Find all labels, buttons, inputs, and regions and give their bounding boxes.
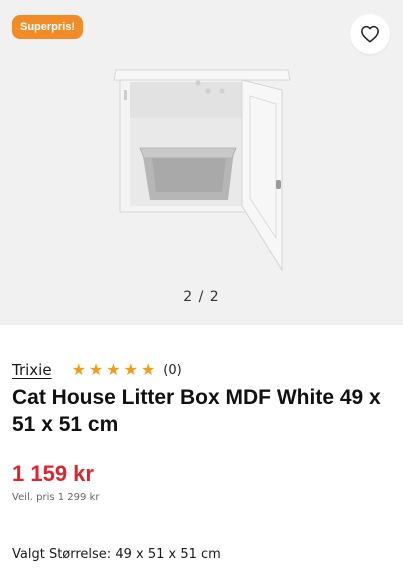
- brand-link[interactable]: Trixie: [12, 361, 52, 379]
- favorite-button[interactable]: [350, 14, 390, 54]
- heart-outline-icon: [361, 25, 379, 43]
- image-pager: 2 / 2: [183, 289, 220, 305]
- superpris-badge: Superpris!: [12, 15, 84, 39]
- product-title: Cat House Litter Box MDF White 49 x 51 x…: [12, 386, 381, 436]
- star-icon: ★: [106, 360, 121, 379]
- regular-price: Veil. pris 1 299 kr: [12, 492, 100, 503]
- star-icon: ★: [71, 360, 86, 379]
- star-icon: ★: [140, 360, 156, 379]
- star-icon: ★: [123, 360, 138, 379]
- star-icon: ★: [88, 360, 104, 379]
- product-price: 1 159 kr: [12, 461, 94, 486]
- brand-rating-row: Trixie ★ ★ ★ ★ ★ (0): [12, 361, 182, 379]
- rating-stars[interactable]: ★ ★ ★ ★ ★: [72, 362, 156, 378]
- product-image: [113, 69, 291, 272]
- product-image-gallery[interactable]: Superpris! 2 / 2: [0, 0, 403, 325]
- selected-size: Valgt Størrelse: 49 x 51 x 51 cm: [12, 547, 221, 562]
- rating-count[interactable]: (0): [163, 363, 181, 378]
